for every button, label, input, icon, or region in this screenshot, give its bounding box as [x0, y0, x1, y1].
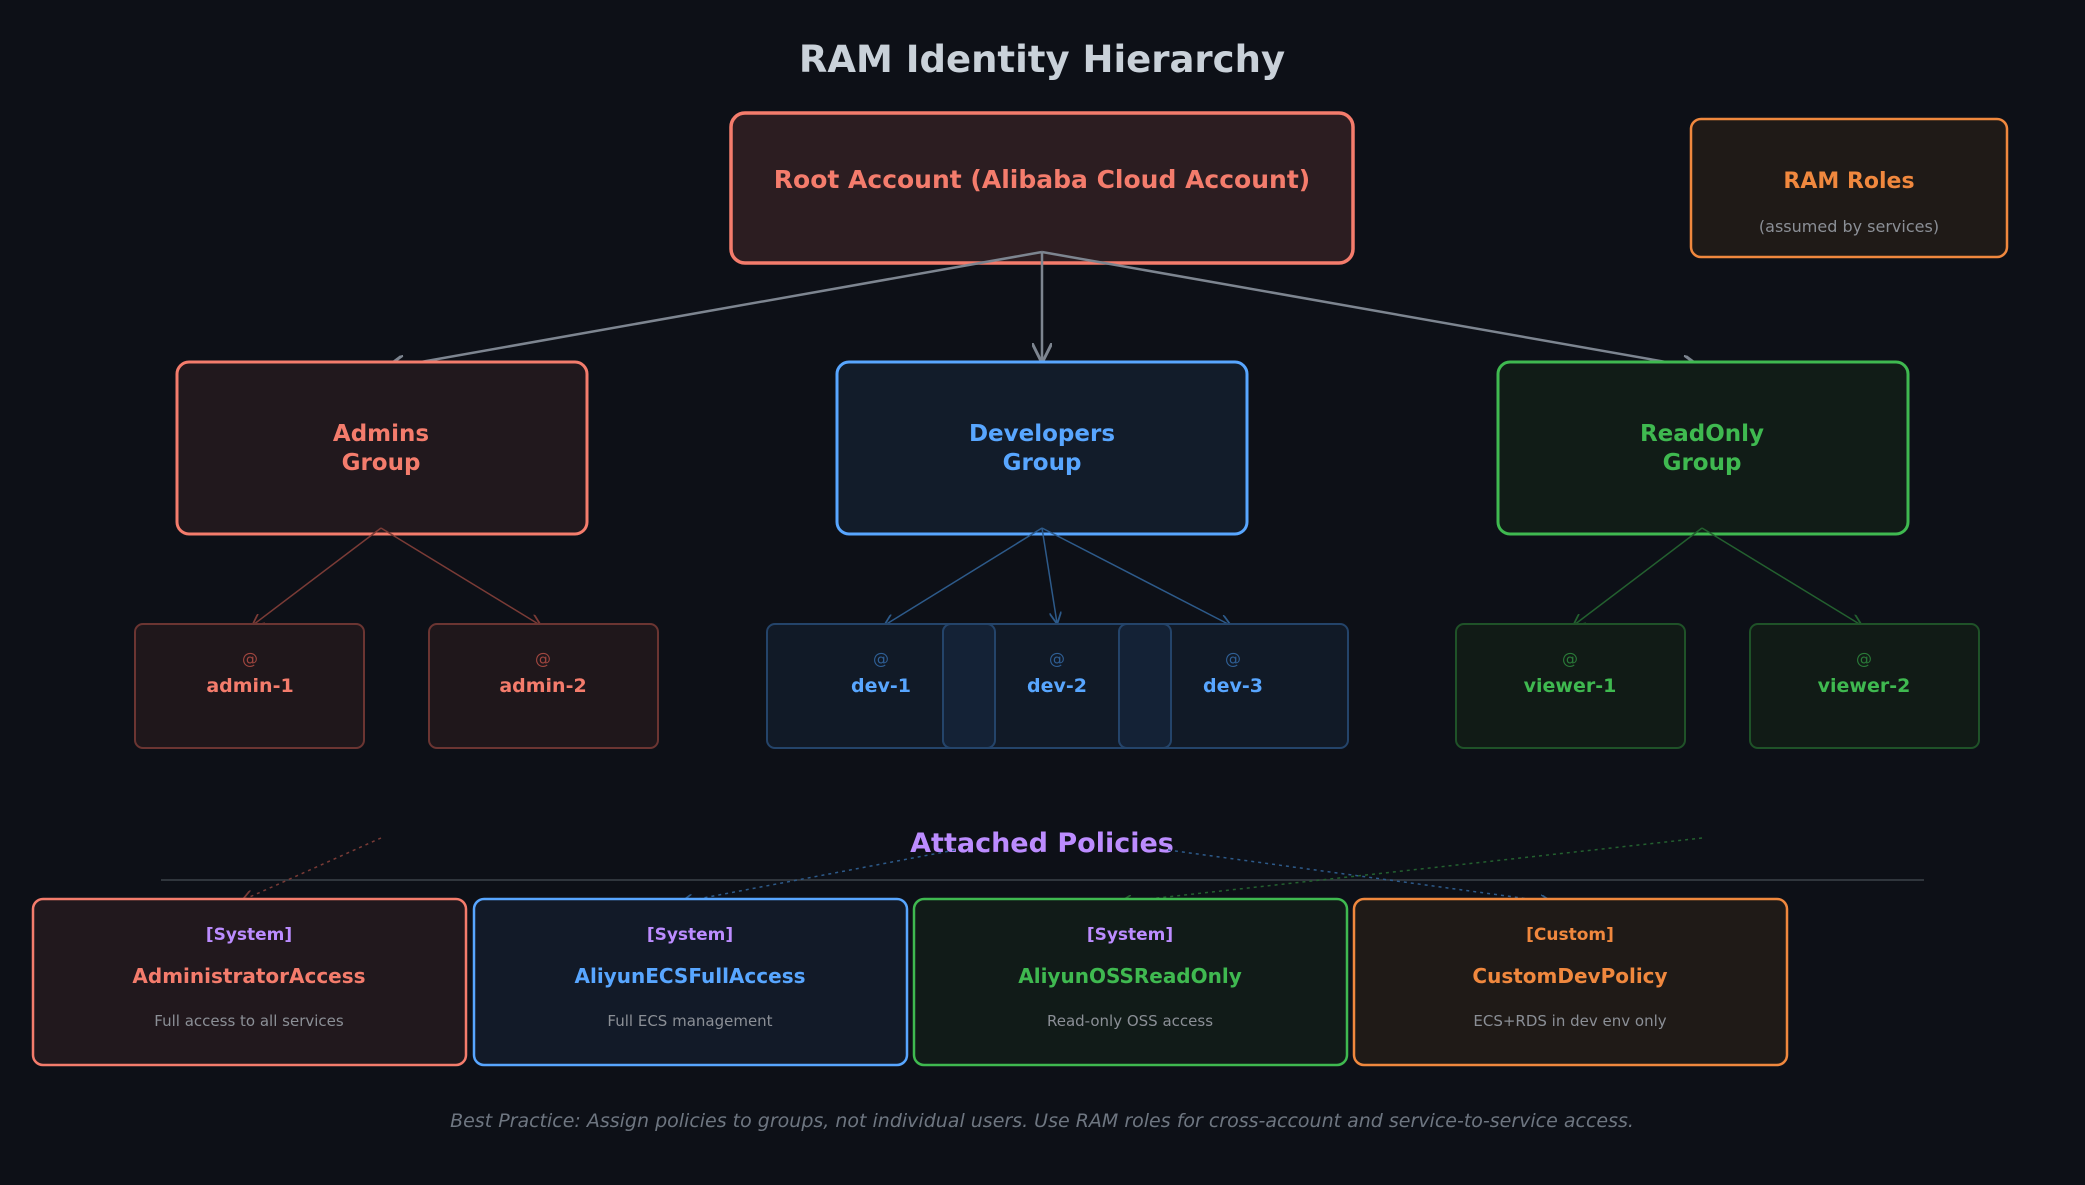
ram-roles-node: RAM Roles (assumed by services)	[1689, 117, 2009, 259]
policy-description: Read-only OSS access	[1047, 1012, 1213, 1030]
arrow-readonly-oss-policy	[1121, 837, 1703, 902]
user-admin-2: @ admin-2	[428, 623, 659, 749]
ram-roles-label: RAM Roles	[1783, 169, 1914, 194]
arrow-developers-dev3	[1041, 527, 1230, 625]
group-developers-line2: Group	[1003, 450, 1082, 476]
policies-heading: Attached Policies	[910, 828, 1174, 859]
user-admin-1: @ admin-1	[134, 623, 365, 749]
policy-aliyun-ecs-full-access: [System] AliyunECSFullAccess Full ECS ma…	[472, 897, 909, 1067]
policy-administrator-access: [System] AdministratorAccess Full access…	[31, 897, 468, 1067]
policy-tag: [Custom]	[1526, 925, 1614, 945]
group-admins-line2: Group	[342, 450, 421, 476]
user-icon: @	[1562, 649, 1578, 668]
group-readonly-line2: Group	[1663, 450, 1742, 476]
user-icon: @	[1225, 649, 1241, 668]
arrow-root-readonly	[1041, 250, 1700, 368]
policy-tag: [System]	[647, 925, 733, 945]
user-viewer-1-label: viewer-1	[1524, 675, 1617, 697]
group-readonly: ReadOnly Group	[1496, 360, 1910, 536]
group-developers: Developers Group	[835, 360, 1249, 536]
user-dev-3-label: dev-3	[1203, 675, 1263, 697]
group-admins: Admins Group	[175, 360, 589, 536]
best-practice-footer: Best Practice: Assign policies to groups…	[450, 1110, 1634, 1132]
policy-tag: [System]	[206, 925, 292, 945]
policy-custom-dev-policy: [Custom] CustomDevPolicy ECS+RDS in dev …	[1352, 897, 1789, 1067]
arrow-readonly-viewer2	[1701, 527, 1861, 625]
user-icon: @	[1856, 649, 1872, 668]
arrow-developers-dev1	[885, 527, 1043, 625]
arrow-developers-dev2	[1041, 527, 1057, 623]
user-viewer-2-label: viewer-2	[1818, 675, 1911, 697]
diagram-canvas: RAM Identity Hierarchy Root Account (Ali…	[31, 38, 2009, 1132]
root-to-group-arrows	[387, 250, 1700, 368]
group-readonly-line1: ReadOnly	[1640, 421, 1764, 447]
arrow-readonly-viewer1	[1574, 527, 1703, 625]
group-admins-line1: Admins	[333, 421, 429, 447]
ram-roles-sublabel: (assumed by services)	[1759, 217, 1939, 236]
user-admin-2-label: admin-2	[499, 675, 586, 697]
user-icon: @	[242, 649, 258, 668]
group-to-user-arrows	[253, 527, 1861, 625]
arrow-admins-admin2	[380, 527, 540, 625]
user-icon: @	[873, 649, 889, 668]
user-dev-3: @ dev-3	[1118, 623, 1349, 749]
user-dev-1-label: dev-1	[851, 675, 911, 697]
user-viewer-1: @ viewer-1	[1455, 623, 1686, 749]
policy-tag: [System]	[1087, 925, 1173, 945]
arrow-admins-policy	[243, 837, 382, 900]
user-icon: @	[535, 649, 551, 668]
arrow-root-admins	[387, 250, 1043, 368]
policy-name: AdministratorAccess	[132, 964, 365, 988]
root-account-node: Root Account (Alibaba Cloud Account)	[729, 111, 1355, 265]
policy-name: AliyunECSFullAccess	[575, 964, 806, 988]
user-dev-2-label: dev-2	[1027, 675, 1087, 697]
group-developers-line1: Developers	[969, 421, 1115, 447]
policy-description: Full access to all services	[154, 1012, 344, 1030]
diagram-title: RAM Identity Hierarchy	[799, 38, 1285, 81]
policy-description: Full ECS management	[607, 1012, 772, 1030]
policy-description: ECS+RDS in dev env only	[1473, 1012, 1666, 1030]
user-admin-1-label: admin-1	[206, 675, 293, 697]
user-viewer-2: @ viewer-2	[1749, 623, 1980, 749]
arrow-admins-admin1	[253, 527, 382, 625]
user-icon: @	[1049, 649, 1065, 668]
policy-name: AliyunOSSReadOnly	[1018, 964, 1242, 988]
root-account-label: Root Account (Alibaba Cloud Account)	[774, 165, 1310, 194]
policy-aliyun-oss-read-only: [System] AliyunOSSReadOnly Read-only OSS…	[912, 897, 1349, 1067]
policy-name: CustomDevPolicy	[1472, 964, 1667, 988]
